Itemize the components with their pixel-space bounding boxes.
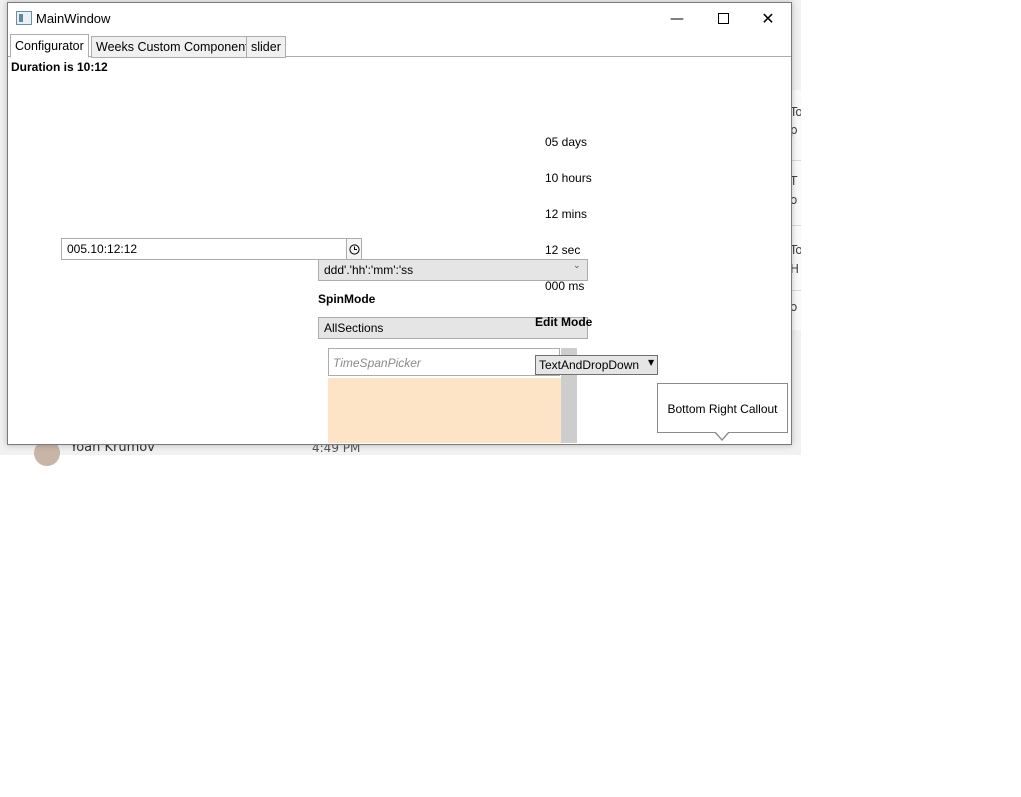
format-combo[interactable]: ddd'.'hh':'mm':'ss — [318, 259, 588, 281]
picker-dropdown-popup — [328, 378, 561, 443]
minimize-icon: — — [670, 10, 684, 27]
tab-configurator[interactable]: Configurator — [10, 34, 89, 58]
duration-label: Duration is 10:12 — [11, 60, 108, 74]
timespan-picker[interactable]: TimeSpanPicker — [328, 348, 560, 376]
close-icon: ✕ — [761, 9, 775, 28]
clock-icon — [348, 243, 360, 255]
minutes-label: 12 mins — [545, 207, 588, 221]
callout-pointer-fill — [715, 431, 729, 439]
clock-button[interactable] — [346, 238, 362, 260]
timespan-input[interactable]: 005.10:12:12 — [61, 238, 350, 260]
spinmode-label: SpinMode — [318, 292, 376, 306]
close-button[interactable]: ✕ — [745, 3, 791, 34]
milliseconds-label: 000 ms — [545, 279, 585, 293]
days-label: 05 days — [545, 135, 588, 149]
minimize-button[interactable]: — — [654, 3, 700, 34]
app-icon — [16, 11, 32, 25]
hours-label: 10 hours — [545, 171, 592, 185]
maximize-icon — [717, 13, 729, 24]
maximize-button[interactable] — [700, 3, 746, 34]
dropdown-arrow-icon: ▼ — [648, 358, 655, 367]
title-bar[interactable]: MainWindow — ✕ — [8, 3, 791, 34]
tab-weeks-custom-component[interactable]: Weeks Custom Component — [91, 36, 254, 58]
tab-slider[interactable]: slider — [246, 36, 286, 58]
window-title: MainWindow — [36, 11, 111, 26]
main-window: MainWindow — ✕ Configurator Weeks Custom… — [7, 2, 792, 445]
seconds-label: 12 sec — [545, 243, 581, 257]
chevron-down-icon: ⌄ — [573, 261, 581, 271]
bottom-right-callout: Bottom Right Callout — [657, 383, 788, 433]
editmode-label: Edit Mode — [535, 315, 593, 329]
editmode-combo[interactable]: TextAndDropDown — [535, 355, 658, 375]
